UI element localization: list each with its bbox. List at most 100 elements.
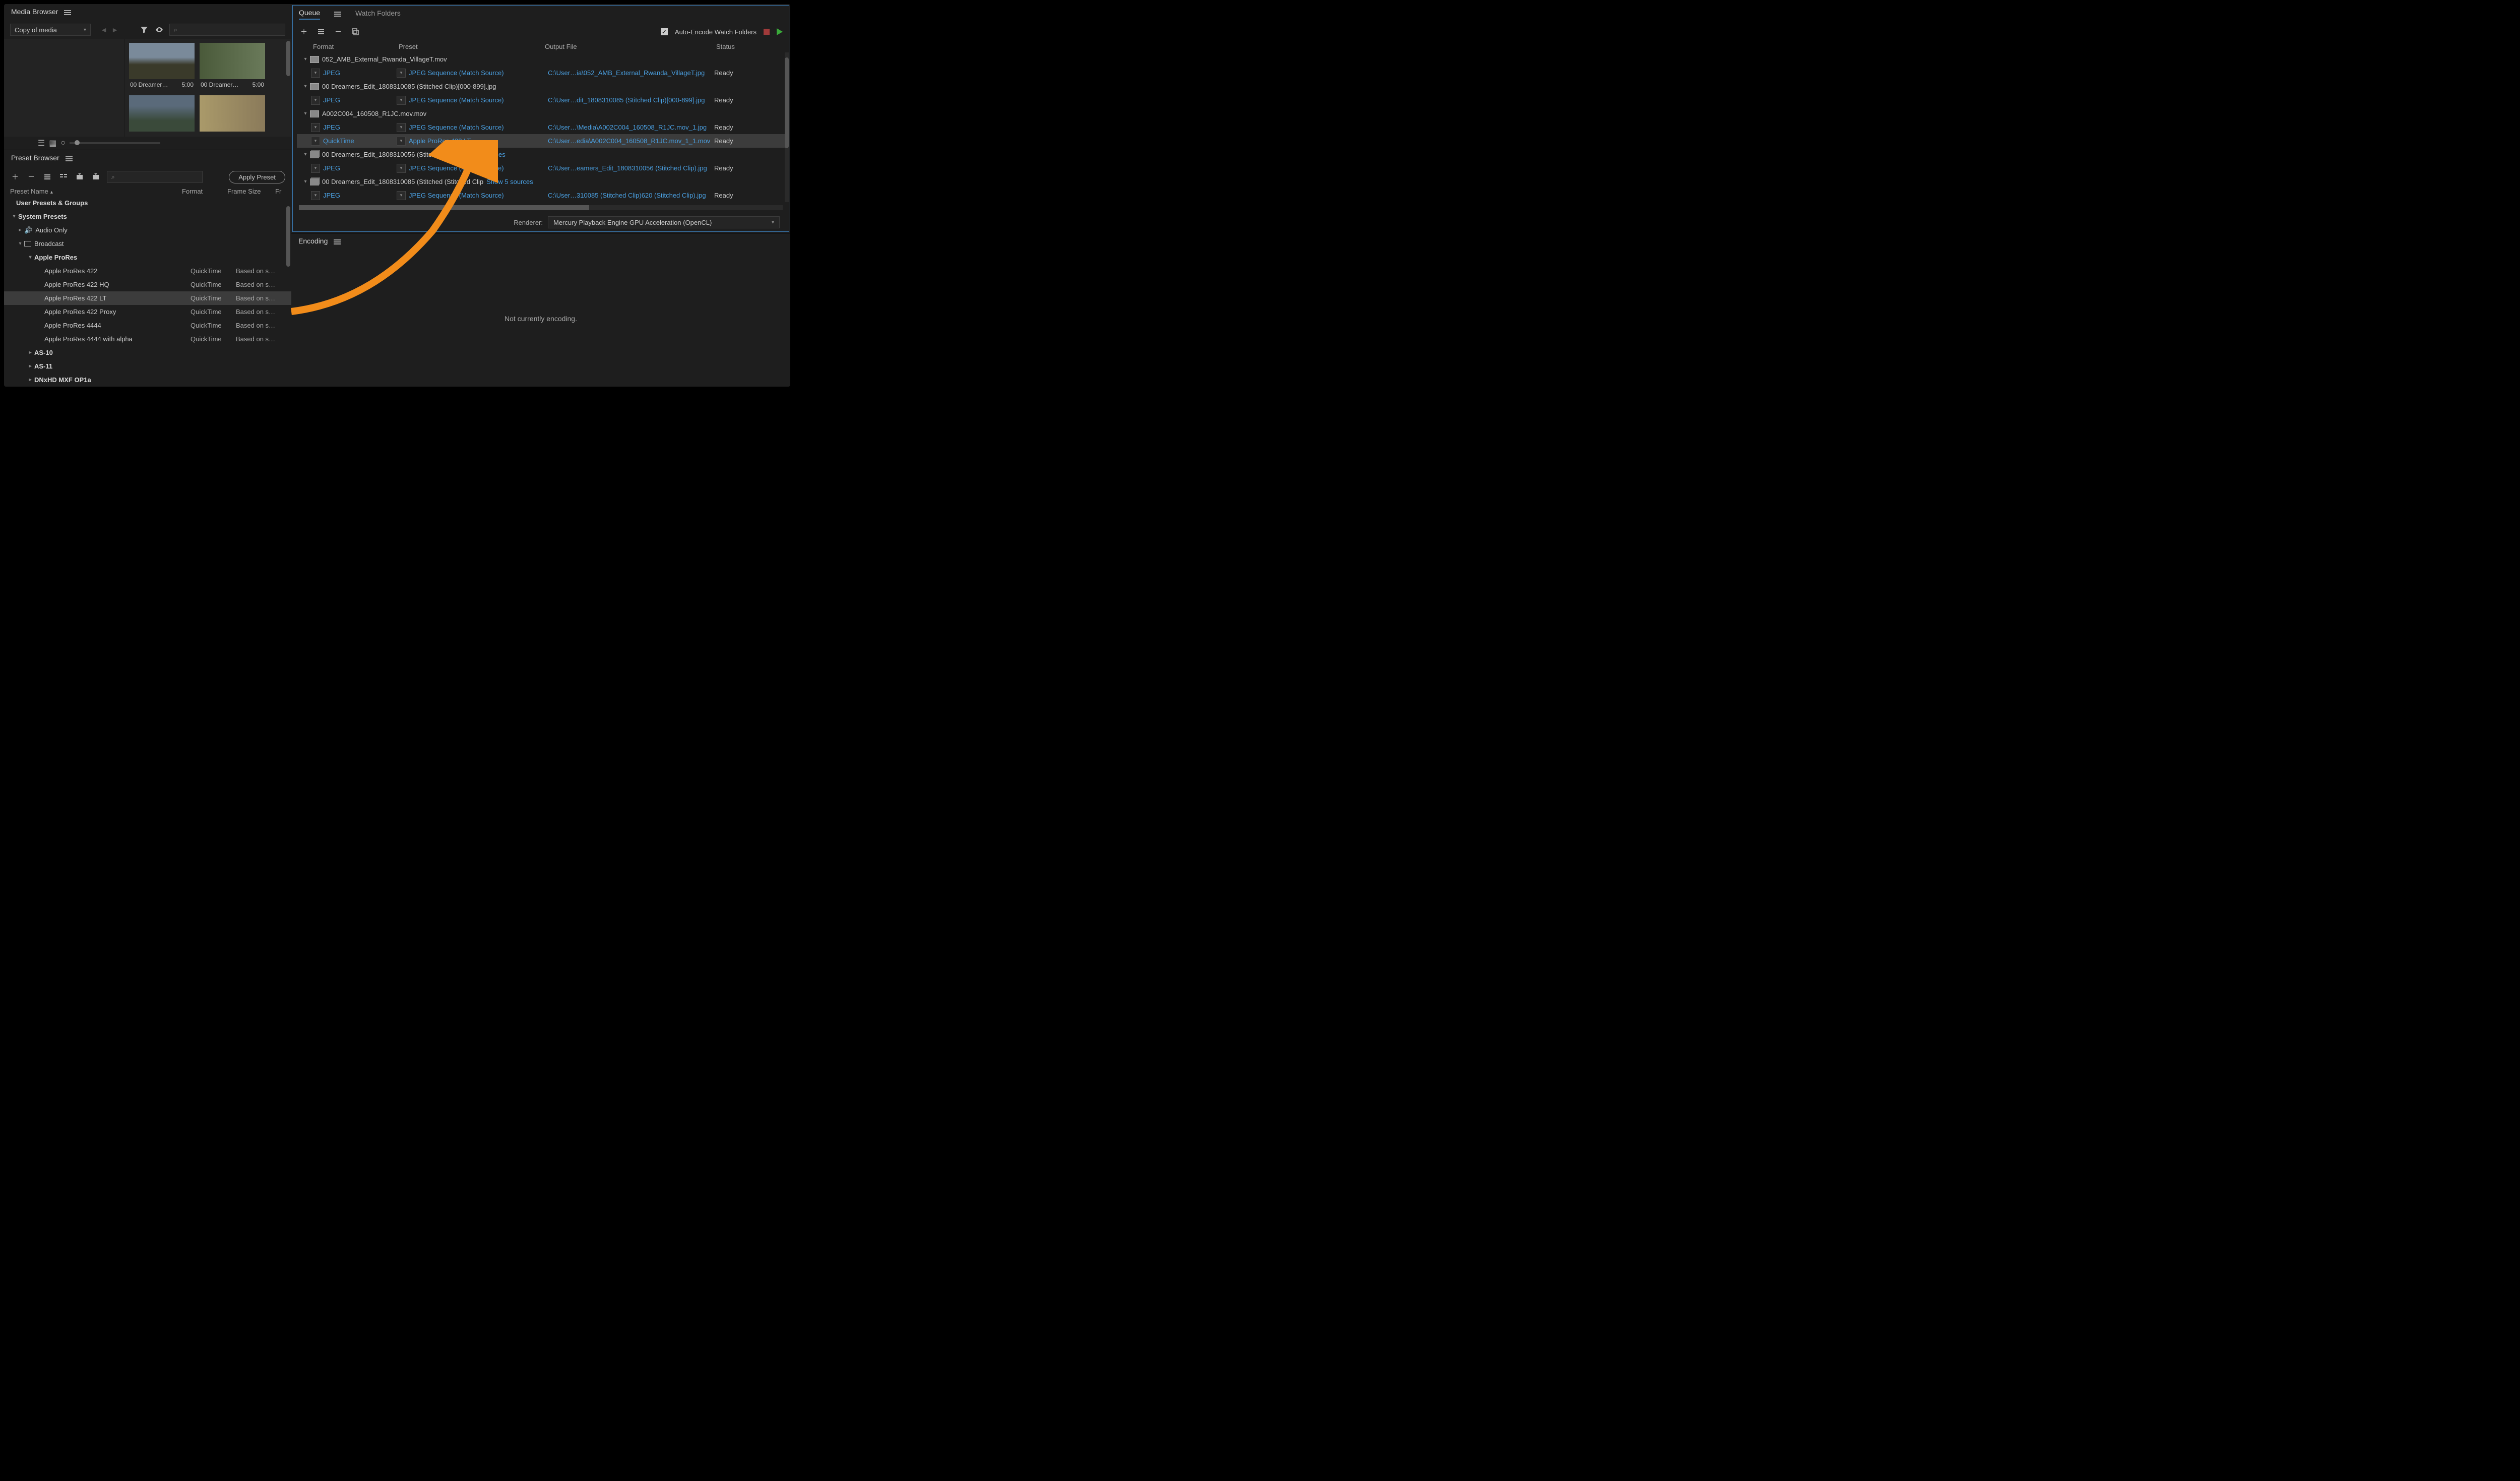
audio-only-group[interactable]: ▸🔊Audio Only bbox=[4, 223, 291, 237]
media-thumbnail[interactable]: 00 Dreamer…5:00 bbox=[129, 43, 195, 90]
auto-encode-checkbox[interactable]: ✓ bbox=[661, 28, 668, 35]
renderer-dropdown[interactable]: Mercury Playback Engine GPU Acceleration… bbox=[548, 216, 780, 228]
format-dropdown[interactable]: ▾ bbox=[311, 69, 320, 78]
broadcast-group[interactable]: ▾Broadcast bbox=[4, 237, 291, 251]
scrollbar-thumb[interactable] bbox=[286, 206, 290, 267]
start-queue-button[interactable] bbox=[777, 28, 783, 35]
preset-options-icon[interactable] bbox=[58, 172, 69, 182]
panel-menu-icon[interactable] bbox=[334, 238, 341, 245]
user-presets-group[interactable]: User Presets & Groups bbox=[4, 196, 291, 210]
preset-link[interactable]: JPEG Sequence (Match Source) bbox=[409, 69, 504, 77]
format-link[interactable]: JPEG bbox=[323, 69, 397, 77]
format-link[interactable]: JPEG bbox=[323, 124, 397, 131]
export-preset-icon[interactable] bbox=[91, 172, 101, 182]
tab-queue[interactable]: Queue bbox=[299, 9, 320, 20]
media-location-dropdown[interactable]: Copy of media ▾ bbox=[10, 24, 91, 36]
media-thumbnail[interactable] bbox=[129, 95, 195, 132]
output-file-link[interactable]: C:\User…310085 (Stitched Clip)620 (Stitc… bbox=[548, 192, 714, 199]
preset-item[interactable]: Apple ProRes 422QuickTimeBased on s… bbox=[4, 264, 291, 278]
zoom-out-icon[interactable]: ○ bbox=[60, 139, 66, 148]
system-presets-group[interactable]: ▾System Presets bbox=[4, 210, 291, 223]
dnxhd-group[interactable]: ▸DNxHD MXF OP1a bbox=[4, 373, 291, 387]
preset-dropdown[interactable]: ▾ bbox=[397, 164, 406, 173]
media-thumbnail[interactable] bbox=[200, 95, 265, 132]
queue-output-row[interactable]: ▾QuickTime▾Apple ProRes 422 LTC:\User…ed… bbox=[297, 134, 785, 148]
as10-group[interactable]: ▸AS-10 bbox=[4, 346, 291, 359]
format-link[interactable]: JPEG bbox=[323, 192, 397, 199]
preset-item[interactable]: Apple ProRes 422 HQQuickTimeBased on s… bbox=[4, 278, 291, 291]
add-preset-icon[interactable]: ＋ bbox=[10, 172, 20, 182]
preset-settings-icon[interactable] bbox=[42, 172, 52, 182]
queue-output-row[interactable]: ▾JPEG▾JPEG Sequence (Match Source)C:\Use… bbox=[297, 189, 785, 202]
media-thumbnail[interactable]: 00 Dreamer…5:00 bbox=[200, 43, 265, 90]
remove-source-icon[interactable]: － bbox=[333, 27, 343, 37]
col-format[interactable]: Format bbox=[313, 43, 399, 50]
preset-link[interactable]: JPEG Sequence (Match Source) bbox=[409, 192, 504, 199]
stop-queue-button[interactable] bbox=[764, 29, 770, 35]
queue-output-row[interactable]: ▾JPEG▾JPEG Sequence (Match Source)C:\Use… bbox=[297, 66, 785, 80]
queue-source-row[interactable]: ▾052_AMB_External_Rwanda_VillageT.mov bbox=[297, 52, 785, 66]
format-dropdown[interactable]: ▾ bbox=[311, 191, 320, 200]
panel-menu-icon[interactable] bbox=[64, 9, 71, 16]
preset-link[interactable]: JPEG Sequence (Match Source) bbox=[409, 164, 504, 172]
format-link[interactable]: QuickTime bbox=[323, 137, 397, 145]
queue-output-row[interactable]: ▾JPEG▾JPEG Sequence (Match Source)C:\Use… bbox=[297, 161, 785, 175]
queue-output-row[interactable]: ▾JPEG▾JPEG Sequence (Match Source)C:\Use… bbox=[297, 120, 785, 134]
preset-dropdown[interactable]: ▾ bbox=[397, 123, 406, 132]
format-dropdown[interactable]: ▾ bbox=[311, 123, 320, 132]
queue-source-row[interactable]: ▾00 Dreamers_Edit_1808310056 (Stitched C… bbox=[297, 148, 785, 161]
preset-link[interactable]: Apple ProRes 422 LT bbox=[409, 137, 471, 145]
format-dropdown[interactable]: ▾ bbox=[311, 164, 320, 173]
scrollbar-thumb[interactable] bbox=[785, 57, 789, 148]
preset-link[interactable]: JPEG Sequence (Match Source) bbox=[409, 96, 504, 104]
output-file-link[interactable]: C:\User…dit_1808310085 (Stitched Clip)[0… bbox=[548, 96, 714, 104]
preset-item[interactable]: Apple ProRes 422 LTQuickTimeBased on s… bbox=[4, 291, 291, 305]
add-source-icon[interactable]: ＋ bbox=[299, 27, 309, 37]
format-link[interactable]: JPEG bbox=[323, 164, 397, 172]
preset-dropdown[interactable]: ▾ bbox=[397, 191, 406, 200]
show-sources-link[interactable]: Show 3 sources bbox=[459, 151, 506, 158]
folder-tree[interactable] bbox=[4, 39, 125, 137]
format-dropdown[interactable]: ▾ bbox=[311, 96, 320, 105]
preset-link[interactable]: JPEG Sequence (Match Source) bbox=[409, 124, 504, 131]
col-preset[interactable]: Preset bbox=[399, 43, 545, 50]
output-file-link[interactable]: C:\User…edia\A002C004_160508_R1JC.mov_1_… bbox=[548, 137, 714, 145]
panel-menu-icon[interactable] bbox=[66, 155, 73, 162]
output-file-link[interactable]: C:\User…eamers_Edit_1808310056 (Stitched… bbox=[548, 164, 714, 172]
preset-item[interactable]: Apple ProRes 4444 with alphaQuickTimeBas… bbox=[4, 332, 291, 346]
scrollbar-thumb[interactable] bbox=[286, 41, 290, 76]
tab-watch-folders[interactable]: Watch Folders bbox=[355, 9, 401, 19]
col-fr[interactable]: Fr bbox=[275, 188, 285, 195]
output-file-link[interactable]: C:\User…\Media\A002C004_160508_R1JC.mov_… bbox=[548, 124, 714, 131]
nav-forward-icon[interactable]: ► bbox=[111, 26, 119, 34]
apple-prores-group[interactable]: ▾Apple ProRes bbox=[4, 251, 291, 264]
duplicate-icon[interactable] bbox=[350, 27, 360, 37]
show-sources-link[interactable]: Show 5 sources bbox=[486, 178, 533, 186]
queue-source-row[interactable]: ▾A002C004_160508_R1JC.mov.mov bbox=[297, 107, 785, 120]
horizontal-scrollbar[interactable] bbox=[299, 205, 783, 210]
preset-item[interactable]: Apple ProRes 4444QuickTimeBased on s… bbox=[4, 319, 291, 332]
preview-icon[interactable] bbox=[154, 25, 164, 35]
preset-dropdown[interactable]: ▾ bbox=[397, 137, 406, 146]
preset-dropdown[interactable]: ▾ bbox=[397, 69, 406, 78]
preset-item[interactable]: Apple ProRes 422 ProxyQuickTimeBased on … bbox=[4, 305, 291, 319]
col-format[interactable]: Format bbox=[182, 188, 227, 195]
nav-back-icon[interactable]: ◄ bbox=[100, 26, 108, 34]
output-file-link[interactable]: C:\User…ia\052_AMB_External_Rwanda_Villa… bbox=[548, 69, 714, 77]
queue-output-row[interactable]: ▾JPEG▾JPEG Sequence (Match Source)C:\Use… bbox=[297, 93, 785, 107]
preset-dropdown[interactable]: ▾ bbox=[397, 96, 406, 105]
col-frame-size[interactable]: Frame Size bbox=[227, 188, 275, 195]
col-output-file[interactable]: Output File bbox=[545, 43, 716, 50]
col-preset-name[interactable]: Preset Name bbox=[10, 188, 48, 195]
thumbnail-size-slider[interactable] bbox=[70, 142, 160, 144]
filter-icon[interactable] bbox=[139, 25, 149, 35]
queue-source-row[interactable]: ▾00 Dreamers_Edit_1808310085 (Stitched (… bbox=[297, 175, 785, 189]
format-link[interactable]: JPEG bbox=[323, 96, 397, 104]
import-preset-icon[interactable] bbox=[75, 172, 85, 182]
queue-source-row[interactable]: ▾00 Dreamers_Edit_1808310085 (Stitched C… bbox=[297, 80, 785, 93]
media-search-input[interactable]: ⌕ bbox=[169, 24, 285, 36]
col-status[interactable]: Status bbox=[716, 43, 777, 50]
list-view-icon[interactable]: ☰ bbox=[38, 138, 45, 148]
panel-menu-icon[interactable] bbox=[334, 11, 341, 18]
queue-settings-icon[interactable] bbox=[316, 27, 326, 37]
